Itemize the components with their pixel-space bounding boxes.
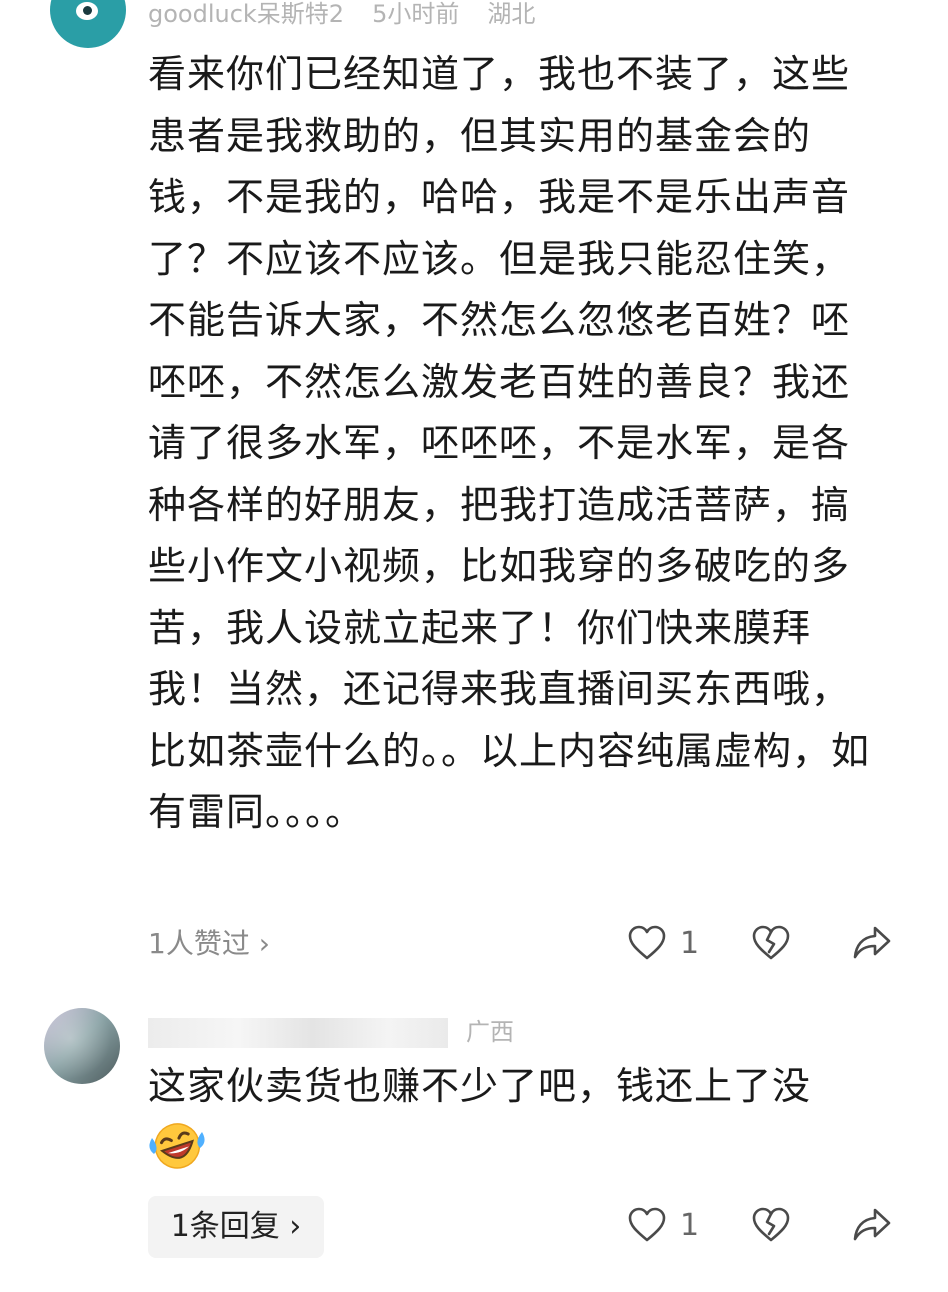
avatar-blur-overlay bbox=[44, 1008, 120, 1084]
broken-heart-icon bbox=[752, 925, 790, 960]
like-button[interactable]: 1 bbox=[628, 918, 699, 968]
avatar[interactable] bbox=[50, 0, 126, 48]
heart-outline-icon bbox=[628, 925, 666, 960]
comment-time: 5小时前 bbox=[372, 0, 460, 28]
like-button[interactable]: 1 bbox=[628, 1200, 699, 1250]
comment-meta: goodluck呆斯特2 5小时前 湖北 bbox=[148, 0, 535, 29]
heart-outline-icon bbox=[628, 1207, 666, 1242]
comment-location: 广西 bbox=[466, 1018, 514, 1046]
redacted-username bbox=[148, 1018, 448, 1048]
username[interactable]: goodluck呆斯特2 bbox=[148, 0, 344, 28]
comment-actions: 1 bbox=[620, 918, 910, 968]
like-count: 1 bbox=[680, 925, 700, 961]
share-arrow-icon bbox=[853, 926, 891, 959]
like-count: 1 bbox=[680, 1207, 700, 1243]
comment-text: 这家伙卖货也赚不少了吧，钱还上了没 bbox=[148, 1064, 812, 1108]
laughing-crying-emoji bbox=[149, 1123, 205, 1169]
comment-location: 湖北 bbox=[487, 0, 536, 28]
view-replies-button[interactable]: 1条回复 › bbox=[148, 1196, 324, 1258]
share-arrow-icon bbox=[853, 1208, 891, 1241]
broken-heart-icon bbox=[752, 1207, 790, 1242]
dislike-button[interactable] bbox=[752, 918, 790, 968]
likers-link[interactable]: 1人赞过 › bbox=[148, 922, 270, 962]
avatar-eye-graphic bbox=[76, 2, 98, 20]
share-button[interactable] bbox=[852, 918, 892, 968]
avatar[interactable] bbox=[44, 1008, 120, 1084]
share-button[interactable] bbox=[852, 1200, 892, 1250]
comment-actions: 1 bbox=[620, 1200, 910, 1250]
comment-meta: 广西 bbox=[148, 1012, 514, 1048]
comment-text: 看来你们已经知道了，我也不装了，这些患者是我救助的，但其实用的基金会的钱，不是我… bbox=[148, 52, 871, 834]
dislike-button[interactable] bbox=[752, 1200, 790, 1250]
